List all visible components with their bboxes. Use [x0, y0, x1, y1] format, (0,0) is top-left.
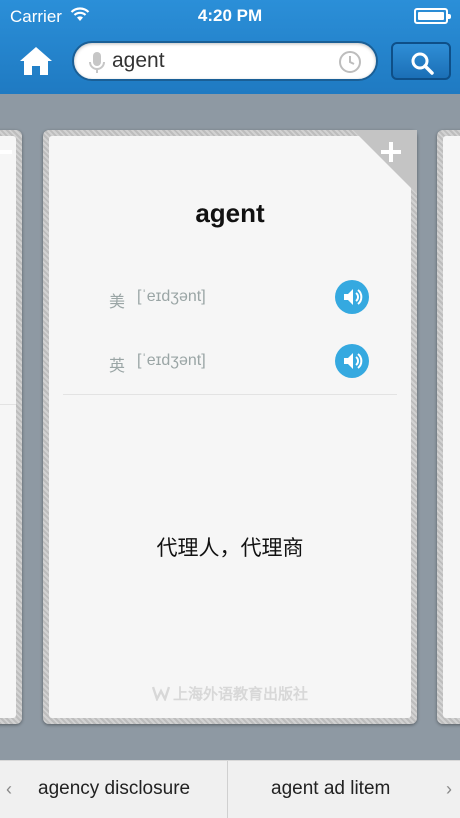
- divider: [0, 404, 16, 405]
- definition: 代理人，代理商: [156, 537, 304, 560]
- uk-phonetic: [ˈeɪdʒənt]: [137, 352, 206, 369]
- us-phonetic: [ˈeɪdʒənt]: [137, 288, 206, 305]
- headword: agent: [195, 198, 265, 228]
- chevron-left-icon: ‹: [6, 779, 12, 799]
- search-box[interactable]: [72, 41, 378, 81]
- status-bar: Carrier 4:20 PM: [0, 0, 460, 32]
- clock-time: 4:20 PM: [197, 6, 263, 25]
- pronunciation-uk: 英 [ˈeɪdʒənt]: [109, 344, 379, 378]
- speaker-icon: [344, 353, 363, 369]
- search-button[interactable]: [391, 42, 451, 80]
- word-navigation-bar: ‹ agency disclosure agent ad litem ›: [0, 760, 460, 818]
- next-word-button[interactable]: agent ad litem ›: [229, 761, 460, 818]
- card-carousel[interactable]: agent 美 [ˈeɪdʒənt] 英 [ˈeɪdʒənt] 代理人，代理商 …: [0, 94, 460, 760]
- previous-card-body: [0, 136, 16, 718]
- publisher-name: 上海外语教育出版社: [172, 686, 308, 703]
- speaker-icon: [344, 289, 363, 305]
- next-card-body: [443, 136, 460, 718]
- plus-icon: [381, 142, 401, 162]
- home-button[interactable]: [18, 44, 54, 78]
- publisher-credit: 上海外语教育出版社: [49, 683, 411, 704]
- next-word-label: agent ad litem: [271, 778, 391, 799]
- divider: [63, 394, 397, 395]
- previous-card[interactable]: [0, 130, 22, 724]
- app-header: Carrier 4:20 PM: [0, 0, 460, 94]
- battery-icon: [414, 8, 451, 24]
- chevron-right-icon: ›: [446, 779, 452, 799]
- previous-word-label: agency disclosure: [38, 778, 191, 799]
- play-uk-audio-button[interactable]: [335, 344, 369, 378]
- word-card: agent 美 [ˈeɪdʒənt] 英 [ˈeɪdʒənt] 代理人，代理商 …: [43, 130, 417, 724]
- word-card-body: agent 美 [ˈeɪdʒənt] 英 [ˈeɪdʒənt] 代理人，代理商 …: [49, 136, 411, 718]
- play-us-audio-button[interactable]: [335, 280, 369, 314]
- home-icon: [20, 47, 52, 75]
- microphone-icon[interactable]: [88, 51, 106, 75]
- previous-word-button[interactable]: ‹ agency disclosure: [0, 761, 228, 818]
- search-icon: [411, 52, 434, 75]
- next-card[interactable]: [437, 130, 460, 724]
- pronunciation-us: 美 [ˈeɪdʒənt]: [109, 280, 379, 314]
- add-to-wordbook-button[interactable]: [379, 140, 403, 164]
- publisher-logo-icon: [151, 685, 171, 703]
- us-label: 美: [109, 294, 126, 311]
- clock-icon[interactable]: [338, 50, 362, 74]
- uk-label: 英: [109, 358, 126, 375]
- search-input[interactable]: [112, 46, 332, 76]
- plus-icon[interactable]: [0, 140, 14, 164]
